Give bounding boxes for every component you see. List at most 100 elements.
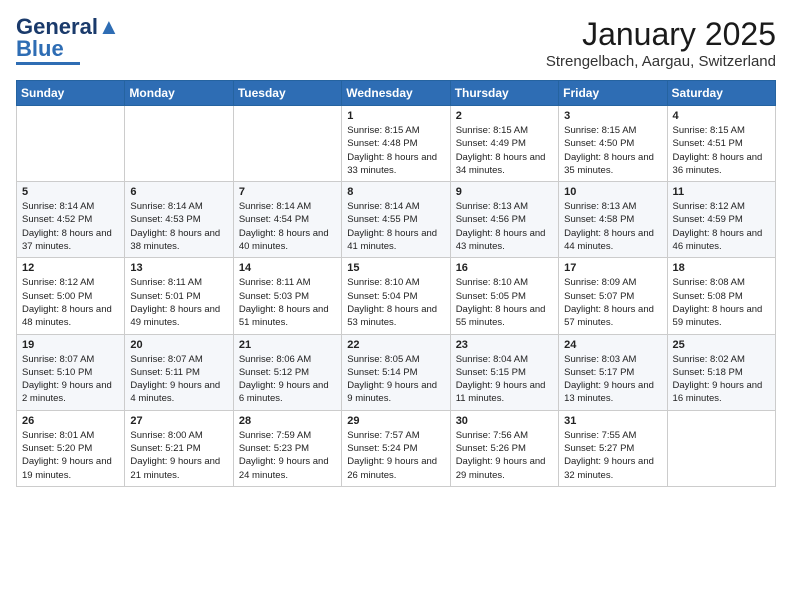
cell-sun-info: Sunrise: 8:08 AMSunset: 5:08 PMDaylight:… xyxy=(673,276,770,329)
calendar-week-row: 1 Sunrise: 8:15 AMSunset: 4:48 PMDaylight… xyxy=(17,106,776,182)
day-number: 20 xyxy=(130,339,227,351)
logo-underline xyxy=(16,62,80,65)
cell-sun-info: Sunrise: 8:09 AMSunset: 5:07 PMDaylight:… xyxy=(564,276,661,329)
weekday-header: Wednesday xyxy=(342,81,450,106)
calendar-cell: 31Sunrise: 7:55 AMSunset: 5:27 PMDayligh… xyxy=(559,410,667,486)
cell-sun-info: Sunrise: 8:15 AMSunset: 4:48 PMDaylight:… xyxy=(347,124,444,177)
day-number: 29 xyxy=(347,415,444,427)
day-number: 3 xyxy=(564,110,661,122)
day-number: 4 xyxy=(673,110,770,122)
calendar-cell: 28Sunrise: 7:59 AMSunset: 5:23 PMDayligh… xyxy=(233,410,341,486)
day-number: 11 xyxy=(673,186,770,198)
page-header: General▲Blue January 2025 Strengelbach, … xyxy=(16,16,776,70)
day-number: 10 xyxy=(564,186,661,198)
calendar-table: SundayMondayTuesdayWednesdayThursdayFrid… xyxy=(16,80,776,487)
calendar-cell: 16 Sunrise: 8:10 AMSunset: 5:05 PMDayligh… xyxy=(450,258,558,334)
calendar-week-row: 26Sunrise: 8:01 AMSunset: 5:20 PMDayligh… xyxy=(17,410,776,486)
day-number: 14 xyxy=(239,262,336,274)
calendar-cell: 2 Sunrise: 8:15 AMSunset: 4:49 PMDaylight… xyxy=(450,106,558,182)
calendar-cell xyxy=(233,106,341,182)
day-number: 5 xyxy=(22,186,119,198)
calendar-cell: 24 Sunrise: 8:03 AMSunset: 5:17 PMDayligh… xyxy=(559,334,667,410)
day-number: 23 xyxy=(456,339,553,351)
cell-sun-info: Sunrise: 8:15 AMSunset: 4:51 PMDaylight:… xyxy=(673,124,770,177)
day-number: 13 xyxy=(130,262,227,274)
calendar-cell xyxy=(667,410,775,486)
calendar-cell: 19 Sunrise: 8:07 AMSunset: 5:10 PMDayligh… xyxy=(17,334,125,410)
day-number: 6 xyxy=(130,186,227,198)
cell-sun-info: Sunrise: 8:01 AMSunset: 5:20 PMDaylight:… xyxy=(22,429,119,482)
cell-sun-info: Sunrise: 8:13 AMSunset: 4:58 PMDaylight:… xyxy=(564,200,661,253)
day-number: 22 xyxy=(347,339,444,351)
cell-sun-info: Sunrise: 8:07 AMSunset: 5:11 PMDaylight:… xyxy=(130,353,227,406)
calendar-cell: 30 Sunrise: 7:56 AMSunset: 5:26 PMDayligh… xyxy=(450,410,558,486)
calendar-cell: 12 Sunrise: 8:12 AMSunset: 5:00 PMDayligh… xyxy=(17,258,125,334)
day-number: 24 xyxy=(564,339,661,351)
day-number: 12 xyxy=(22,262,119,274)
calendar-cell: 18 Sunrise: 8:08 AMSunset: 5:08 PMDayligh… xyxy=(667,258,775,334)
cell-sun-info: Sunrise: 8:12 AMSunset: 5:00 PMDaylight:… xyxy=(22,276,119,329)
calendar-cell: 4 Sunrise: 8:15 AMSunset: 4:51 PMDaylight… xyxy=(667,106,775,182)
location: Strengelbach, Aargau, Switzerland xyxy=(546,53,776,70)
cell-sun-info: Sunrise: 8:11 AMSunset: 5:03 PMDaylight:… xyxy=(239,276,336,329)
calendar-cell: 27 Sunrise: 8:00 AMSunset: 5:21 PMDayligh… xyxy=(125,410,233,486)
weekday-header: Monday xyxy=(125,81,233,106)
cell-sun-info: Sunrise: 8:00 AMSunset: 5:21 PMDaylight:… xyxy=(130,429,227,482)
weekday-header: Sunday xyxy=(17,81,125,106)
calendar-cell: 8 Sunrise: 8:14 AMSunset: 4:55 PMDaylight… xyxy=(342,182,450,258)
cell-sun-info: Sunrise: 8:10 AMSunset: 5:05 PMDaylight:… xyxy=(456,276,553,329)
weekday-header: Thursday xyxy=(450,81,558,106)
cell-sun-info: Sunrise: 8:12 AMSunset: 4:59 PMDaylight:… xyxy=(673,200,770,253)
cell-sun-info: Sunrise: 8:02 AMSunset: 5:18 PMDaylight:… xyxy=(673,353,770,406)
calendar-cell: 22 Sunrise: 8:05 AMSunset: 5:14 PMDayligh… xyxy=(342,334,450,410)
weekday-header: Tuesday xyxy=(233,81,341,106)
logo: General▲Blue xyxy=(16,16,120,65)
calendar-cell: 23 Sunrise: 8:04 AMSunset: 5:15 PMDayligh… xyxy=(450,334,558,410)
calendar-cell: 17 Sunrise: 8:09 AMSunset: 5:07 PMDayligh… xyxy=(559,258,667,334)
calendar-week-row: 19 Sunrise: 8:07 AMSunset: 5:10 PMDayligh… xyxy=(17,334,776,410)
day-number: 2 xyxy=(456,110,553,122)
cell-sun-info: Sunrise: 8:03 AMSunset: 5:17 PMDaylight:… xyxy=(564,353,661,406)
calendar-cell: 26Sunrise: 8:01 AMSunset: 5:20 PMDayligh… xyxy=(17,410,125,486)
cell-sun-info: Sunrise: 8:14 AMSunset: 4:54 PMDaylight:… xyxy=(239,200,336,253)
calendar-cell: 11 Sunrise: 8:12 AMSunset: 4:59 PMDayligh… xyxy=(667,182,775,258)
cell-sun-info: Sunrise: 8:15 AMSunset: 4:50 PMDaylight:… xyxy=(564,124,661,177)
day-number: 7 xyxy=(239,186,336,198)
day-number: 18 xyxy=(673,262,770,274)
day-number: 25 xyxy=(673,339,770,351)
day-number: 15 xyxy=(347,262,444,274)
cell-sun-info: Sunrise: 7:56 AMSunset: 5:26 PMDaylight:… xyxy=(456,429,553,482)
cell-sun-info: Sunrise: 8:06 AMSunset: 5:12 PMDaylight:… xyxy=(239,353,336,406)
calendar-cell: 10 Sunrise: 8:13 AMSunset: 4:58 PMDayligh… xyxy=(559,182,667,258)
calendar-cell xyxy=(125,106,233,182)
calendar-cell: 21 Sunrise: 8:06 AMSunset: 5:12 PMDayligh… xyxy=(233,334,341,410)
calendar-cell: 3 Sunrise: 8:15 AMSunset: 4:50 PMDaylight… xyxy=(559,106,667,182)
calendar-cell: 13Sunrise: 8:11 AMSunset: 5:01 PMDayligh… xyxy=(125,258,233,334)
day-number: 17 xyxy=(564,262,661,274)
cell-sun-info: Sunrise: 8:15 AMSunset: 4:49 PMDaylight:… xyxy=(456,124,553,177)
cell-sun-info: Sunrise: 8:04 AMSunset: 5:15 PMDaylight:… xyxy=(456,353,553,406)
day-number: 8 xyxy=(347,186,444,198)
calendar-cell: 15Sunrise: 8:10 AMSunset: 5:04 PMDayligh… xyxy=(342,258,450,334)
day-number: 1 xyxy=(347,110,444,122)
cell-sun-info: Sunrise: 8:05 AMSunset: 5:14 PMDaylight:… xyxy=(347,353,444,406)
day-number: 16 xyxy=(456,262,553,274)
day-number: 30 xyxy=(456,415,553,427)
day-number: 27 xyxy=(130,415,227,427)
title-block: January 2025 Strengelbach, Aargau, Switz… xyxy=(546,16,776,70)
cell-sun-info: Sunrise: 7:57 AMSunset: 5:24 PMDaylight:… xyxy=(347,429,444,482)
day-number: 9 xyxy=(456,186,553,198)
calendar-cell: 9Sunrise: 8:13 AMSunset: 4:56 PMDaylight… xyxy=(450,182,558,258)
cell-sun-info: Sunrise: 8:07 AMSunset: 5:10 PMDaylight:… xyxy=(22,353,119,406)
cell-sun-info: Sunrise: 8:14 AMSunset: 4:55 PMDaylight:… xyxy=(347,200,444,253)
cell-sun-info: Sunrise: 7:55 AMSunset: 5:27 PMDaylight:… xyxy=(564,429,661,482)
weekday-header: Friday xyxy=(559,81,667,106)
day-number: 21 xyxy=(239,339,336,351)
cell-sun-info: Sunrise: 7:59 AMSunset: 5:23 PMDaylight:… xyxy=(239,429,336,482)
cell-sun-info: Sunrise: 8:14 AMSunset: 4:52 PMDaylight:… xyxy=(22,200,119,253)
calendar-cell xyxy=(17,106,125,182)
calendar-cell: 5 Sunrise: 8:14 AMSunset: 4:52 PMDaylight… xyxy=(17,182,125,258)
calendar-cell: 6Sunrise: 8:14 AMSunset: 4:53 PMDaylight… xyxy=(125,182,233,258)
day-number: 19 xyxy=(22,339,119,351)
calendar-cell: 25 Sunrise: 8:02 AMSunset: 5:18 PMDayligh… xyxy=(667,334,775,410)
